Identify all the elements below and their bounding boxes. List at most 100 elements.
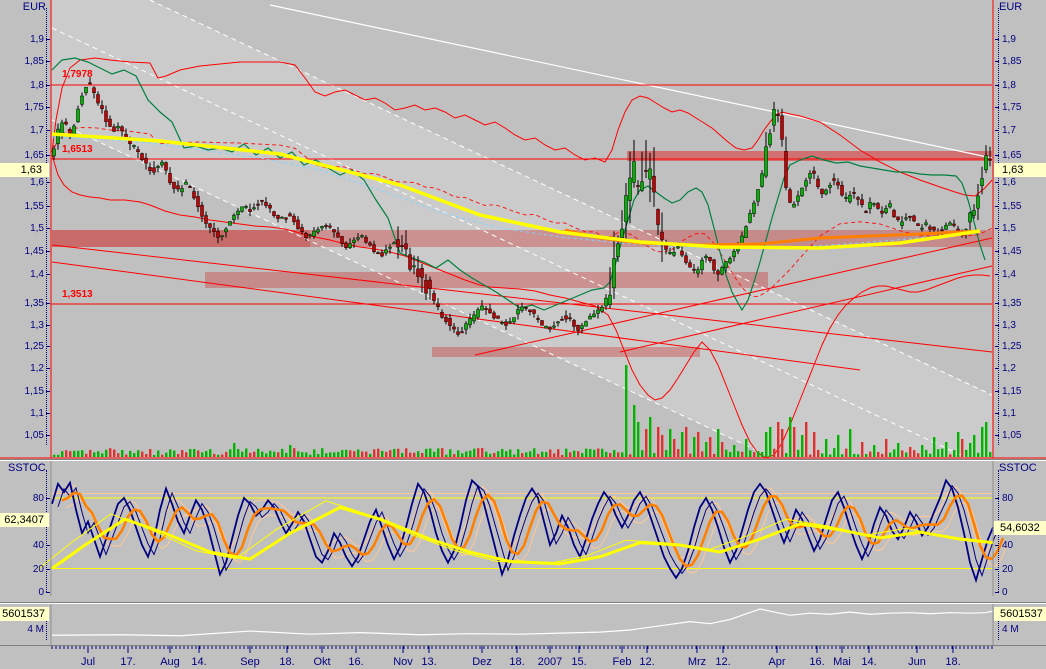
volume-bar [853,454,855,457]
volume-bar [489,454,491,457]
candle-body [241,207,244,212]
candle-body [313,231,316,236]
volume-bar [869,452,871,457]
volume-bar [333,452,335,457]
candle-body [649,169,652,179]
sstoc-tick-label-left: 80 [0,493,44,504]
volume-bar [137,450,139,457]
volume-bar [965,450,967,457]
volume-bar [973,435,975,457]
candle-body [865,211,868,212]
volume-bar [221,454,223,457]
volume-bar [721,442,723,457]
volume-bar [425,449,427,457]
volume-bar [613,450,615,457]
price-tick-label-left: 1,05 [0,430,44,441]
date-axis-label: 18. [945,656,960,668]
volume-bar [453,454,455,457]
candle-body [513,318,516,322]
volume-bar [601,449,603,457]
stochastic-indicator-plot[interactable] [0,461,1046,597]
price-chart-plot[interactable] [0,0,1046,459]
candle-body [893,210,896,217]
candle-body [453,327,456,329]
sstoc-tick-label-left: 40 [0,540,44,551]
candle-body [413,266,416,267]
candle-body [277,215,280,218]
tradesignal-chart-window: EUR EUR © www.tradesignal.com SSTOC SSTO… [0,0,1046,669]
axis-tick-mark [46,592,50,593]
candle-body [525,307,528,308]
candle-body [949,223,952,225]
volume-bar [841,454,843,457]
price-axis-gutter-right[interactable]: 1,91,851,81,751,71,651,61,551,51,451,41,… [994,0,1046,669]
price-axis-gutter-left[interactable]: 1,91,851,81,751,71,651,61,551,51,451,41,… [0,0,50,669]
volume-bar [441,448,443,457]
volume-bar [89,450,91,457]
volume-bar [769,427,771,457]
candle-body [209,224,212,228]
candle-body [237,211,240,215]
candle-body [169,173,172,182]
volume-average-line [52,609,993,636]
sstoc-tick-label-right: 20 [1002,564,1013,575]
volume-bar [597,449,599,457]
price-tick-label-right: 1,15 [1002,386,1021,397]
volume-bar [941,449,943,457]
volume-bar [925,450,927,457]
candle-body [529,310,532,312]
zone-1.39-1.41 [205,272,768,288]
candle-body [729,259,732,263]
volume-bar [801,435,803,457]
date-axis-label: Okt [313,656,330,668]
candle-body [653,176,656,192]
candle-body [901,222,904,226]
volume-bar [877,452,879,457]
candle-body [925,223,928,225]
candle-body [425,280,428,293]
volume-bar [233,443,235,457]
candle-body [633,162,636,183]
candle-body [717,271,720,274]
volume-bar [589,449,591,457]
candle-body [213,228,216,231]
volume-bar [57,455,59,457]
price-tick-label-right: 1,8 [1002,80,1016,91]
axis-dotted-ruler [46,470,47,592]
volume-bar [741,452,743,457]
volume-bar [85,454,87,457]
volume-bar [113,450,115,457]
date-axis[interactable]: Jul17.Aug14.Sep18.Okt16.Nov13.Dez18.2007… [0,646,1046,669]
candle-body [317,230,320,232]
candle-body [309,235,312,236]
candle-body [881,211,884,213]
volume-bar [561,455,563,457]
candle-body [625,195,628,221]
volume-bar [269,451,271,457]
candle-body [85,87,88,93]
volume-bar [245,448,247,457]
candle-body [873,204,876,205]
candle-body [861,200,864,205]
sstoc-slow-line-orange [62,493,1003,566]
price-tick-label-left: 1,1 [0,408,44,419]
candle-body [325,225,328,226]
volume-bar [345,450,347,457]
candle-body [913,216,916,221]
candle-body [445,317,448,321]
candle-body [777,115,780,116]
volume-indicator-plot[interactable] [0,604,1046,645]
candle-body [229,222,232,226]
volume-bar [293,448,295,457]
candle-body [233,215,236,219]
volume-bar [413,453,415,457]
volume-bar [97,451,99,457]
volume-bar [317,454,319,457]
candle-body [801,188,804,196]
candle-body [857,198,860,200]
candle-body [53,149,56,156]
candle-body [597,310,600,313]
candle-body [533,310,536,314]
candle-body [501,322,504,323]
volume-axis-label-left: 4 M [0,624,44,635]
